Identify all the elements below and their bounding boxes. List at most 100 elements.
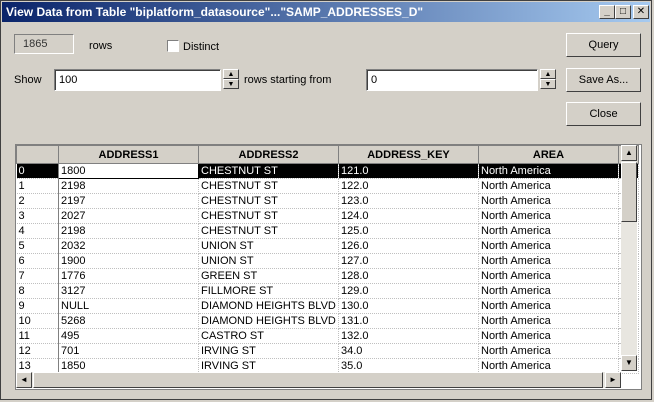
table-cell[interactable]: CHESTNUT ST <box>198 208 339 224</box>
row-number[interactable]: 11 <box>16 328 59 344</box>
row-number[interactable]: 8 <box>16 283 59 299</box>
row-number[interactable]: 9 <box>16 298 59 314</box>
table-row[interactable]: 01800CHESTNUT ST121.0North AmericaS <box>16 163 639 179</box>
table-cell[interactable]: 132.0 <box>338 328 479 344</box>
spin-up-icon[interactable]: ▲ <box>223 69 239 79</box>
table-row[interactable]: 32027CHESTNUT ST124.0North AmericaS <box>16 208 639 224</box>
row-number[interactable]: 12 <box>16 343 59 359</box>
table-cell[interactable]: CASTRO ST <box>198 328 339 344</box>
table-cell[interactable]: DIAMOND HEIGHTS BLVD <box>198 298 339 314</box>
table-cell[interactable]: CHESTNUT ST <box>198 163 339 179</box>
table-cell[interactable]: 1776 <box>58 268 199 284</box>
column-header[interactable]: AREA <box>478 145 619 164</box>
table-cell[interactable]: 125.0 <box>338 223 479 239</box>
table-cell[interactable]: 5268 <box>58 313 199 329</box>
row-number[interactable]: 2 <box>16 193 59 209</box>
column-header[interactable] <box>16 145 59 164</box>
table-cell[interactable]: 122.0 <box>338 178 479 194</box>
table-cell[interactable]: North America <box>478 283 619 299</box>
table-cell[interactable]: 1800 <box>58 163 199 179</box>
spin-down-icon[interactable]: ▼ <box>223 79 239 89</box>
row-number[interactable]: 0 <box>16 163 59 179</box>
table-cell[interactable]: North America <box>478 328 619 344</box>
table-cell[interactable]: 123.0 <box>338 193 479 209</box>
title-bar[interactable]: View Data from Table "biplatform_datasou… <box>2 2 650 22</box>
table-cell[interactable]: IRVING ST <box>198 343 339 359</box>
table-row[interactable]: 42198CHESTNUT ST125.0North AmericaS <box>16 223 639 239</box>
table-cell[interactable]: North America <box>478 178 619 194</box>
table-cell[interactable]: 2198 <box>58 223 199 239</box>
column-header[interactable]: ADDRESS1 <box>58 145 199 164</box>
table-row[interactable]: 52032UNION ST126.0North AmericaS <box>16 238 639 254</box>
spin-down-icon[interactable]: ▼ <box>540 79 556 89</box>
table-row[interactable]: 12198CHESTNUT ST122.0North AmericaS <box>16 178 639 194</box>
maximize-button[interactable]: □ <box>615 5 631 19</box>
table-cell[interactable]: 2027 <box>58 208 199 224</box>
table-row[interactable]: 11495CASTRO ST132.0North AmericaS <box>16 328 639 344</box>
table-cell[interactable]: 3127 <box>58 283 199 299</box>
table-cell[interactable]: North America <box>478 208 619 224</box>
table-cell[interactable]: 130.0 <box>338 298 479 314</box>
table-cell[interactable]: DIAMOND HEIGHTS BLVD <box>198 313 339 329</box>
close-button[interactable]: Close <box>566 102 641 126</box>
start-row-input[interactable] <box>366 69 538 91</box>
table-cell[interactable]: FILLMORE ST <box>198 283 339 299</box>
row-number[interactable]: 5 <box>16 238 59 254</box>
table-cell[interactable]: North America <box>478 343 619 359</box>
scroll-left-icon[interactable]: ◄ <box>16 372 32 388</box>
table-cell[interactable]: UNION ST <box>198 238 339 254</box>
scroll-down-icon[interactable]: ▼ <box>621 355 637 371</box>
minimize-button[interactable]: _ <box>599 5 615 19</box>
table-cell[interactable]: 124.0 <box>338 208 479 224</box>
vertical-scrollbar[interactable]: ▲ ▼ <box>621 145 637 371</box>
row-number[interactable]: 3 <box>16 208 59 224</box>
table-cell[interactable]: 121.0 <box>338 163 479 179</box>
table-cell[interactable]: 34.0 <box>338 343 479 359</box>
row-number[interactable]: 10 <box>16 313 59 329</box>
table-row[interactable]: 61900UNION ST127.0North AmericaS <box>16 253 639 269</box>
scroll-up-icon[interactable]: ▲ <box>621 145 637 161</box>
table-cell[interactable]: 495 <box>58 328 199 344</box>
horizontal-scrollbar[interactable]: ◄ ► <box>16 372 621 388</box>
table-cell[interactable]: CHESTNUT ST <box>198 193 339 209</box>
table-cell[interactable]: 701 <box>58 343 199 359</box>
table-cell[interactable]: 131.0 <box>338 313 479 329</box>
table-row[interactable]: 22197CHESTNUT ST123.0North AmericaS <box>16 193 639 209</box>
table-row[interactable]: 10 5268 DIAMOND HEIGHTS BLVD 131.0 North Ame… <box>16 313 639 329</box>
table-cell[interactable]: 2198 <box>58 178 199 194</box>
table-cell[interactable]: UNION ST <box>198 253 339 269</box>
table-cell[interactable]: North America <box>478 223 619 239</box>
table-cell[interactable]: 2197 <box>58 193 199 209</box>
table-cell[interactable]: GREEN ST <box>198 268 339 284</box>
table-cell[interactable]: 128.0 <box>338 268 479 284</box>
table-cell[interactable]: North America <box>478 313 619 329</box>
table-cell[interactable]: North America <box>478 298 619 314</box>
table-cell[interactable]: 126.0 <box>338 238 479 254</box>
table-cell[interactable]: North America <box>478 193 619 209</box>
table-row[interactable]: 9 NULL DIAMOND HEIGHTS BLVD 130.0 North Amer… <box>16 298 639 314</box>
column-header[interactable]: ADDRESS_KEY <box>338 145 479 164</box>
table-row[interactable]: 71776GREEN ST128.0North AmericaS <box>16 268 639 284</box>
row-number[interactable]: 1 <box>16 178 59 194</box>
spin-up-icon[interactable]: ▲ <box>540 69 556 79</box>
save-as-button[interactable]: Save As... <box>566 68 641 92</box>
scroll-right-icon[interactable]: ► <box>605 372 621 388</box>
table-cell[interactable]: North America <box>478 268 619 284</box>
table-cell[interactable]: 1900 <box>58 253 199 269</box>
table-cell[interactable]: 127.0 <box>338 253 479 269</box>
table-cell[interactable]: 2032 <box>58 238 199 254</box>
table-row[interactable]: 12701IRVING ST34.0North AmericaS <box>16 343 639 359</box>
table-cell[interactable]: CHESTNUT ST <box>198 178 339 194</box>
column-header[interactable]: ADDRESS2 <box>198 145 339 164</box>
table-cell[interactable]: North America <box>478 253 619 269</box>
close-window-button[interactable]: ✕ <box>633 5 649 19</box>
table-cell[interactable]: NULL <box>58 298 199 314</box>
query-button[interactable]: Query <box>566 33 641 57</box>
table-cell[interactable]: 129.0 <box>338 283 479 299</box>
horizontal-scroll-thumb[interactable] <box>33 372 603 388</box>
table-cell[interactable]: North America <box>478 238 619 254</box>
table-cell[interactable]: CHESTNUT ST <box>198 223 339 239</box>
table-row[interactable]: 83127FILLMORE ST129.0North AmericaS <box>16 283 639 299</box>
row-number[interactable]: 7 <box>16 268 59 284</box>
distinct-checkbox[interactable] <box>167 40 179 52</box>
